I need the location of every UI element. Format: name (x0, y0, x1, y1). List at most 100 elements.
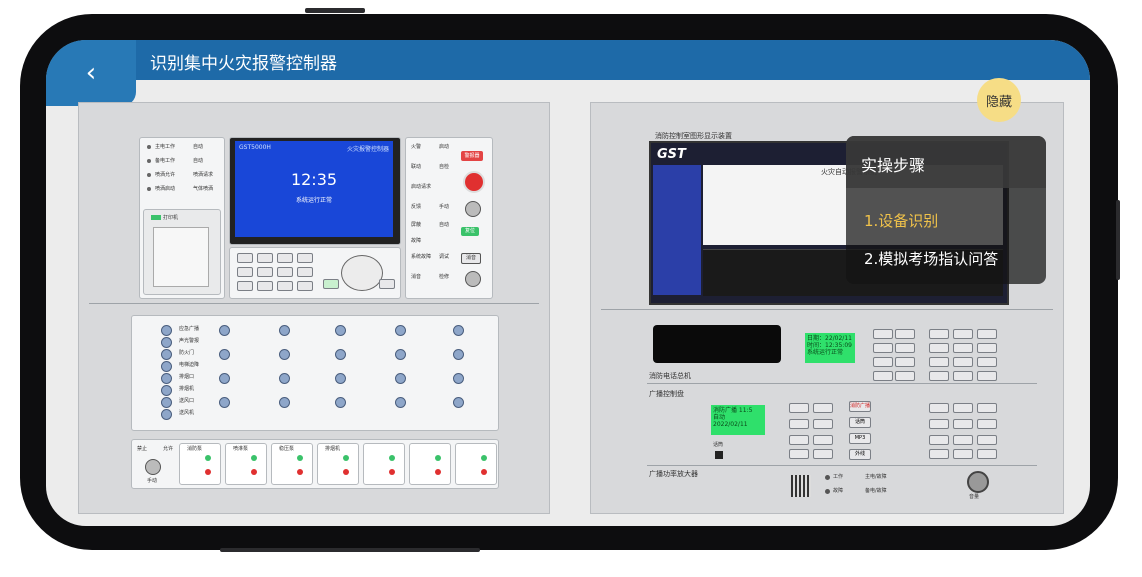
silence-button[interactable]: 消音 (461, 253, 481, 264)
phone-key[interactable] (873, 371, 893, 381)
phone-key[interactable] (895, 371, 915, 381)
silence-key[interactable] (379, 279, 395, 289)
broadcast-key[interactable] (789, 403, 809, 413)
start-led[interactable] (251, 455, 257, 461)
knob-icon[interactable] (465, 201, 481, 217)
keypad-key[interactable] (297, 281, 313, 291)
phone-key[interactable] (873, 357, 893, 367)
broadcast-num-key[interactable] (977, 403, 997, 413)
bus-key[interactable] (453, 325, 464, 336)
bus-key[interactable] (279, 325, 290, 336)
bus-key[interactable] (161, 385, 172, 396)
bus-key[interactable] (279, 397, 290, 408)
broadcast-key[interactable] (813, 403, 833, 413)
knob-icon[interactable] (465, 271, 481, 287)
phone-num-key[interactable] (953, 343, 973, 353)
broadcast-source-key[interactable]: 话筒 (849, 417, 871, 428)
phone-num-key[interactable] (953, 329, 973, 339)
bus-key[interactable] (335, 325, 346, 336)
bus-key[interactable] (395, 373, 406, 384)
stop-led[interactable] (389, 469, 395, 475)
step-item-1[interactable]: 1.设备识别 (864, 210, 938, 231)
phone-key[interactable] (895, 343, 915, 353)
bus-key[interactable] (219, 397, 230, 408)
phone-key[interactable] (873, 343, 893, 353)
broadcast-source-key[interactable]: 外线 (849, 449, 871, 460)
stop-led[interactable] (435, 469, 441, 475)
bus-key[interactable] (335, 397, 346, 408)
direction-pad[interactable] (341, 255, 383, 291)
bus-key[interactable] (395, 325, 406, 336)
back-button[interactable]: ‹ (46, 40, 136, 106)
bus-key[interactable] (161, 361, 172, 372)
start-led[interactable] (389, 455, 395, 461)
phone-num-key[interactable] (977, 343, 997, 353)
bus-key[interactable] (161, 373, 172, 384)
stop-led[interactable] (297, 469, 303, 475)
keypad-key[interactable] (237, 267, 253, 277)
broadcast-key[interactable] (813, 435, 833, 445)
reset-key[interactable] (323, 279, 339, 289)
phone-key[interactable] (895, 357, 915, 367)
broadcast-num-key[interactable] (929, 435, 949, 445)
keypad-key[interactable] (297, 253, 313, 263)
broadcast-num-key[interactable] (953, 449, 973, 459)
keypad-key[interactable] (257, 267, 273, 277)
broadcast-key[interactable] (789, 419, 809, 429)
phone-num-key[interactable] (953, 371, 973, 381)
hide-button[interactable]: 隐藏 (977, 78, 1021, 122)
broadcast-num-key[interactable] (953, 403, 973, 413)
start-led[interactable] (481, 455, 487, 461)
keypad-key[interactable] (257, 281, 273, 291)
stop-led[interactable] (343, 469, 349, 475)
keypad-key[interactable] (277, 267, 293, 277)
bus-key[interactable] (161, 337, 172, 348)
bus-key[interactable] (219, 349, 230, 360)
keypad-key[interactable] (277, 281, 293, 291)
reset-button[interactable]: 复位 (461, 227, 479, 236)
bus-key[interactable] (161, 409, 172, 420)
start-led[interactable] (343, 455, 349, 461)
broadcast-source-key[interactable]: 消防广播 (849, 401, 871, 412)
phone-num-key[interactable] (929, 371, 949, 381)
phone-num-key[interactable] (953, 357, 973, 367)
bus-key[interactable] (161, 397, 172, 408)
emergency-start-button[interactable] (463, 171, 485, 193)
phone-num-key[interactable] (929, 343, 949, 353)
phone-num-key[interactable] (929, 357, 949, 367)
keypad-key[interactable] (237, 253, 253, 263)
bus-key[interactable] (395, 349, 406, 360)
broadcast-num-key[interactable] (929, 419, 949, 429)
bus-key[interactable] (161, 325, 172, 336)
start-led[interactable] (435, 455, 441, 461)
key-switch-icon[interactable] (145, 459, 161, 475)
broadcast-num-key[interactable] (977, 449, 997, 459)
keypad-key[interactable] (277, 253, 293, 263)
broadcast-key[interactable] (813, 419, 833, 429)
bus-key[interactable] (395, 397, 406, 408)
start-led[interactable] (297, 455, 303, 461)
bus-key[interactable] (219, 325, 230, 336)
bus-key[interactable] (335, 373, 346, 384)
broadcast-num-key[interactable] (953, 435, 973, 445)
broadcast-num-key[interactable] (929, 403, 949, 413)
phone-num-key[interactable] (977, 371, 997, 381)
broadcast-key[interactable] (789, 435, 809, 445)
step-item-2[interactable]: 2.模拟考场指认问答 (864, 248, 998, 269)
bus-key[interactable] (161, 349, 172, 360)
bus-key[interactable] (453, 397, 464, 408)
volume-knob-icon[interactable] (967, 471, 989, 493)
stop-led[interactable] (481, 469, 487, 475)
broadcast-num-key[interactable] (977, 435, 997, 445)
bus-key[interactable] (453, 373, 464, 384)
bus-key[interactable] (279, 349, 290, 360)
stop-led[interactable] (251, 469, 257, 475)
bus-key[interactable] (279, 373, 290, 384)
broadcast-key[interactable] (789, 449, 809, 459)
phone-num-key[interactable] (977, 357, 997, 367)
phone-key[interactable] (895, 329, 915, 339)
broadcast-source-key[interactable]: MP3 (849, 433, 871, 444)
broadcast-num-key[interactable] (953, 419, 973, 429)
phone-key[interactable] (873, 329, 893, 339)
broadcast-key[interactable] (813, 449, 833, 459)
